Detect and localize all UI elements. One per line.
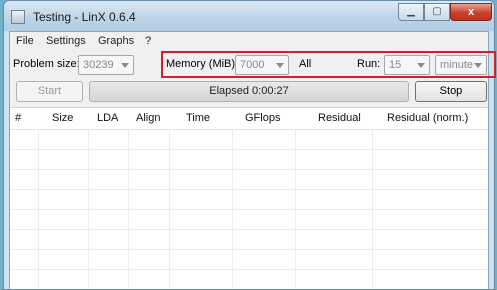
- window-title: Testing - LinX 0.6.4: [33, 10, 136, 24]
- menu-file[interactable]: File: [16, 35, 34, 47]
- column-header-size[interactable]: Size: [52, 112, 73, 124]
- problem-size-label: Problem size:: [13, 58, 80, 70]
- menu-help[interactable]: ?: [145, 35, 151, 47]
- app-icon: [11, 10, 25, 24]
- chevron-down-icon: [121, 63, 129, 68]
- close-icon: x: [467, 6, 475, 18]
- title-bar[interactable]: Testing - LinX 0.6.4 ▁ ▢ x: [4, 1, 494, 31]
- elapsed-progress-bar: Elapsed 0:00:27: [89, 81, 409, 102]
- column-header-lda[interactable]: LDA: [97, 112, 118, 124]
- maximize-icon: ▢: [432, 6, 442, 17]
- problem-size-combo[interactable]: 30239: [78, 55, 134, 75]
- column-header-index[interactable]: #: [15, 112, 21, 124]
- row-divider: [10, 249, 488, 250]
- minimize-icon: ▁: [407, 6, 415, 17]
- row-divider: [10, 229, 488, 230]
- row-divider: [10, 209, 488, 210]
- column-header-time[interactable]: Time: [186, 112, 210, 124]
- row-divider: [10, 189, 488, 190]
- row-divider: [10, 269, 488, 270]
- stop-button[interactable]: Stop: [415, 81, 487, 102]
- close-button[interactable]: x: [450, 3, 492, 21]
- menu-graphs[interactable]: Graphs: [98, 35, 134, 47]
- client-area: File Settings Graphs ? Problem size: 302…: [9, 31, 496, 289]
- column-header-residual[interactable]: Residual: [318, 112, 361, 124]
- column-header-residual-norm[interactable]: Residual (norm.): [387, 112, 468, 124]
- row-divider: [10, 169, 488, 170]
- row-divider: [10, 149, 488, 150]
- maximize-button[interactable]: ▢: [424, 3, 450, 21]
- column-header-align[interactable]: Align: [136, 112, 160, 124]
- table-header: # Size LDA Align Time GFlops Residual Re…: [10, 108, 488, 130]
- problem-size-value: 30239: [83, 59, 114, 71]
- highlight-annotation: [161, 51, 496, 78]
- results-table: # Size LDA Align Time GFlops Residual Re…: [10, 107, 488, 289]
- minimize-button[interactable]: ▁: [398, 3, 424, 21]
- column-header-gflops[interactable]: GFlops: [245, 112, 280, 124]
- menu-settings[interactable]: Settings: [46, 35, 86, 47]
- menu-bar: File Settings Graphs ?: [10, 32, 488, 50]
- linx-window: Testing - LinX 0.6.4 ▁ ▢ x File Settings…: [3, 0, 496, 290]
- start-button[interactable]: Start: [16, 81, 83, 102]
